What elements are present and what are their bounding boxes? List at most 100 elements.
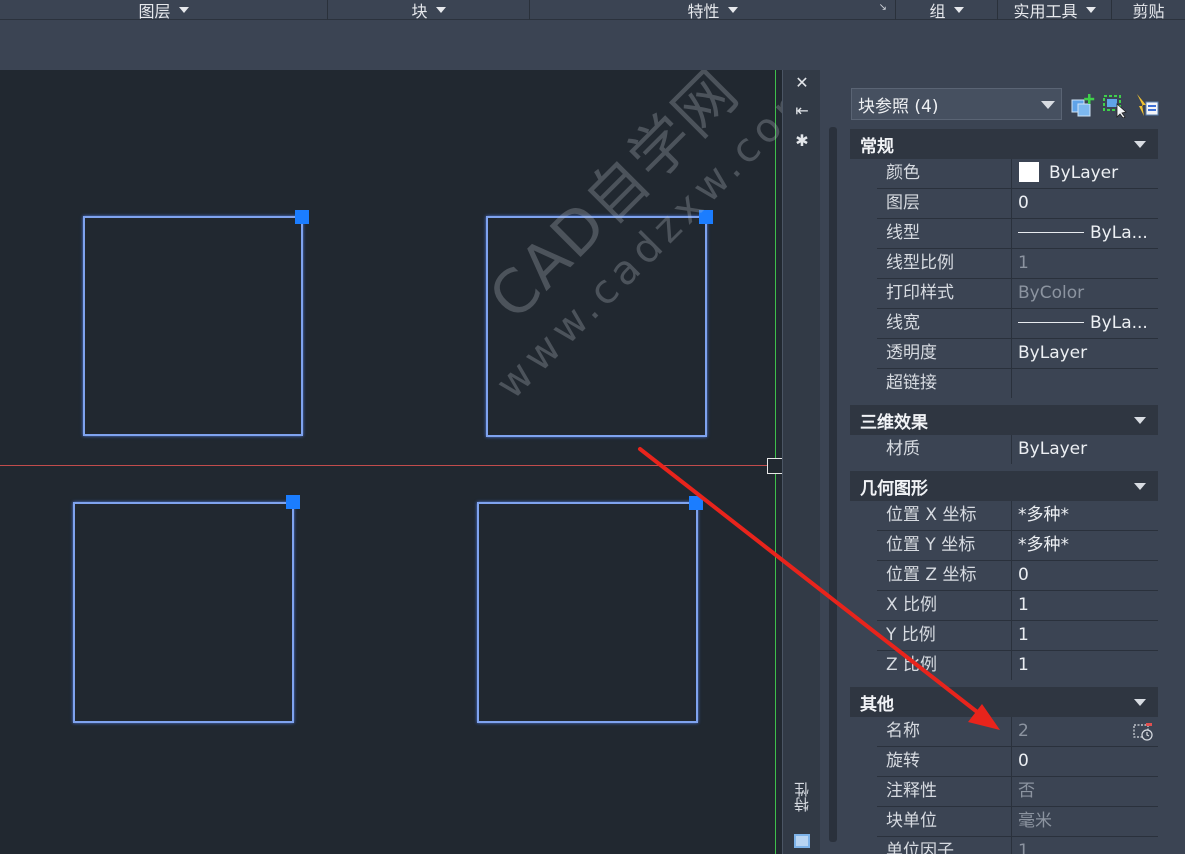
property-value[interactable]: 0 (1013, 747, 1158, 776)
property-value[interactable]: *多种* (1013, 501, 1158, 530)
section-general[interactable]: 常规 (850, 129, 1158, 159)
quick-select-icon[interactable] (1134, 92, 1160, 118)
section-misc[interactable]: 其他 (850, 687, 1158, 717)
crosshair-pickbox (767, 458, 782, 474)
property-value[interactable]: 1 (1013, 621, 1158, 650)
x-axis-line (0, 465, 770, 466)
section-title: 常规 (860, 136, 894, 157)
property-value[interactable]: ByLayer (1013, 159, 1158, 188)
property-value[interactable]: ByLayer (1013, 339, 1158, 368)
property-label: 线宽 (877, 309, 1012, 338)
selection-value: 块参照 (4) (858, 96, 939, 117)
property-row-scale-y[interactable]: Y 比例 1 (850, 621, 1158, 651)
block-reference[interactable] (83, 216, 303, 436)
section-title: 三维效果 (860, 412, 928, 433)
chevron-down-icon (1134, 417, 1146, 424)
chevron-down-icon (727, 7, 738, 13)
palette-title-bar[interactable]: ✕ ⇤ ✱ 特性 (782, 70, 820, 854)
ribbon-panel-bar: 图层 块 特性 ↘ 组 实用工具 剪贴 (0, 0, 1185, 21)
property-row-material[interactable]: 材质 ByLayer (850, 435, 1158, 465)
block-reference[interactable] (73, 502, 294, 723)
ribbon-panel-label: 实用工具 (1013, 2, 1078, 21)
linetype-preview (1018, 232, 1084, 233)
property-label: 旋转 (877, 747, 1012, 776)
property-value[interactable]: *多种* (1013, 531, 1158, 560)
property-row-color[interactable]: 颜色 ByLayer (850, 159, 1158, 189)
property-row-hyperlink[interactable]: 超链接 (850, 369, 1158, 399)
section-title: 几何图形 (860, 478, 928, 499)
dialog-launcher-icon[interactable]: ↘ (879, 2, 887, 13)
properties-panel: 块参照 (4) 常规 颜色 ByLayer 图层 0 线型 ByLa... 线型… (820, 70, 1185, 854)
property-row-plot-style[interactable]: 打印样式 ByColor (850, 279, 1158, 309)
property-label: 注释性 (877, 777, 1012, 806)
property-value[interactable]: ByLa... (1013, 219, 1158, 248)
property-value[interactable]: 1 (1013, 837, 1158, 854)
property-row-unit-factor[interactable]: 单位因子 1 (850, 837, 1158, 854)
property-row-position-x[interactable]: 位置 X 坐标 *多种* (850, 501, 1158, 531)
property-row-annotative[interactable]: 注释性 否 (850, 777, 1158, 807)
select-objects-icon[interactable] (1102, 92, 1128, 118)
ribbon-panel-label: 图层 (138, 2, 171, 21)
chevron-down-icon (1134, 483, 1146, 490)
ribbon-panel-block[interactable]: 块 (328, 0, 530, 21)
property-value[interactable] (1013, 369, 1158, 398)
property-row-scale-z[interactable]: Z 比例 1 (850, 651, 1158, 681)
scrollbar[interactable] (829, 127, 837, 842)
property-row-position-y[interactable]: 位置 Y 坐标 *多种* (850, 531, 1158, 561)
grip-handle[interactable] (295, 210, 309, 224)
property-row-block-unit[interactable]: 块单位 毫米 (850, 807, 1158, 837)
property-label: 块单位 (877, 807, 1012, 836)
property-label: Z 比例 (877, 651, 1012, 680)
settings-icon[interactable]: ✱ (783, 130, 821, 150)
palette-title: 特性 (793, 782, 811, 812)
ribbon-panel-label: 组 (929, 2, 946, 21)
ribbon-panel-clipboard[interactable]: 剪贴 (1112, 0, 1185, 21)
property-value[interactable]: ByLa... (1013, 309, 1158, 338)
property-label: 材质 (877, 435, 1012, 464)
section-3d-visualization[interactable]: 三维效果 (850, 405, 1158, 435)
ribbon-panel-label: 特性 (687, 2, 720, 21)
section-geometry[interactable]: 几何图形 (850, 471, 1158, 501)
grip-handle[interactable] (286, 495, 300, 509)
property-value[interactable]: 1 (1013, 651, 1158, 680)
toggle-pickadd-icon[interactable] (1070, 92, 1096, 118)
property-label: 单位因子 (877, 837, 1012, 854)
block-reference[interactable] (477, 502, 698, 723)
ribbon-panel-groups[interactable]: 组 (896, 0, 998, 21)
color-swatch (1019, 162, 1039, 182)
property-value[interactable]: 毫米 (1013, 807, 1158, 836)
ribbon-bottom-strip (0, 20, 1185, 70)
property-row-linetype-scale[interactable]: 线型比例 1 (850, 249, 1158, 279)
property-label: 线型比例 (877, 249, 1012, 278)
property-label: 颜色 (877, 159, 1012, 188)
property-row-linetype[interactable]: 线型 ByLa... (850, 219, 1158, 249)
drawing-canvas[interactable]: CAD自学网 www.cadzxw.com (0, 70, 782, 854)
property-value[interactable]: 否 (1013, 777, 1158, 806)
ribbon-panel-utilities[interactable]: 实用工具 (998, 0, 1112, 21)
property-value[interactable]: 0 (1013, 561, 1158, 590)
chevron-down-icon (178, 7, 189, 13)
property-value[interactable]: ByLayer (1013, 435, 1158, 464)
ribbon-panel-properties[interactable]: 特性 ↘ (530, 0, 896, 21)
property-value[interactable]: 0 (1013, 189, 1158, 218)
property-row-name[interactable]: 名称 2 (850, 717, 1158, 747)
property-row-rotation[interactable]: 旋转 0 (850, 747, 1158, 777)
property-value[interactable]: 1 (1013, 591, 1158, 620)
selection-dropdown[interactable]: 块参照 (4) (851, 88, 1062, 120)
property-label: 超链接 (877, 369, 1012, 398)
property-row-lineweight[interactable]: 线宽 ByLa... (850, 309, 1158, 339)
property-row-transparency[interactable]: 透明度 ByLayer (850, 339, 1158, 369)
block-editor-icon[interactable] (1132, 722, 1154, 742)
grip-handle[interactable] (689, 496, 703, 510)
close-icon[interactable]: ✕ (783, 72, 821, 92)
property-row-scale-x[interactable]: X 比例 1 (850, 591, 1158, 621)
auto-hide-icon[interactable]: ⇤ (783, 100, 821, 120)
property-row-position-z[interactable]: 位置 Z 坐标 0 (850, 561, 1158, 591)
property-value[interactable]: ByColor (1013, 279, 1158, 308)
ribbon-panel-layers[interactable]: 图层 (0, 0, 328, 21)
chevron-down-icon (435, 7, 446, 13)
property-label: 名称 (877, 717, 1012, 746)
property-row-layer[interactable]: 图层 0 (850, 189, 1158, 219)
property-label: 位置 Z 坐标 (877, 561, 1012, 590)
property-value[interactable]: 1 (1013, 249, 1158, 278)
